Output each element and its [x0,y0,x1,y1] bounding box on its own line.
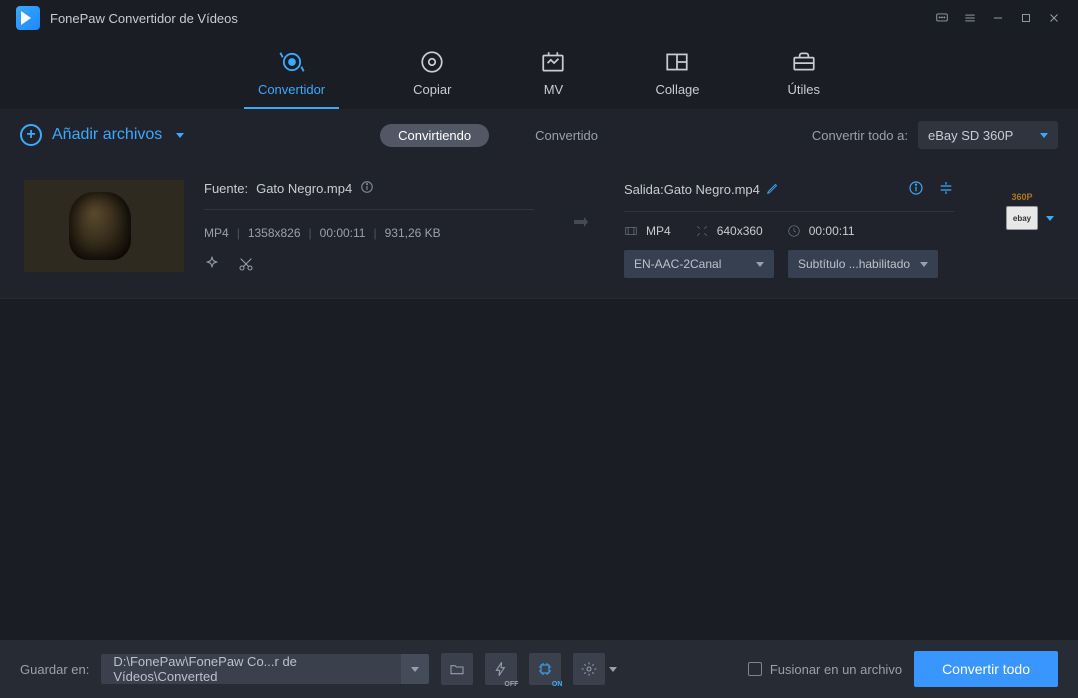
source-column: Fuente: Gato Negro.mp4 MP4| 1358x826| 00:… [204,180,544,277]
tab-converted[interactable]: Convertido [517,124,616,147]
tab-convertidor[interactable]: Convertidor [244,42,339,109]
subtitle-dropdown[interactable]: Subtítulo ...habilitado [788,250,938,278]
minimize-button[interactable] [984,4,1012,32]
settings-button[interactable] [573,653,605,685]
enhance-icon[interactable] [204,256,220,277]
add-files-button[interactable]: + Añadir archivos [20,124,184,146]
output-info-icon[interactable] [908,180,924,199]
save-to-label: Guardar en: [20,662,89,677]
footer-bar: Guardar en: D:\FonePaw\FonePaw Co...r de… [0,640,1078,698]
maximize-button[interactable] [1012,4,1040,32]
output-profile-badge[interactable]: 360P ebay [1006,206,1038,230]
chevron-down-icon [920,262,928,267]
settings-dropdown-icon[interactable] [609,667,617,672]
merge-checkbox-group[interactable]: Fusionar en un archivo [748,662,902,677]
file-list: Fuente: Gato Negro.mp4 MP4| 1358x826| 00:… [0,160,1078,640]
output-resolution: 640x360 [695,224,763,238]
tab-label: MV [544,82,564,97]
collage-icon [663,48,691,76]
convert-all-to-label: Convertir todo a: [812,128,908,143]
merge-checkbox[interactable] [748,662,762,676]
app-logo-icon [16,6,40,30]
tab-label: Útiles [788,82,821,97]
cut-icon[interactable] [238,256,254,277]
edit-name-icon[interactable] [766,181,780,198]
tab-utiles[interactable]: Útiles [774,42,835,109]
arrow-icon [564,180,604,234]
close-button[interactable] [1040,4,1068,32]
tab-mv[interactable]: MV [525,42,581,109]
tab-collage[interactable]: Collage [641,42,713,109]
source-meta: MP4| 1358x826| 00:00:11| 931,26 KB [204,226,534,240]
tab-label: Convertidor [258,82,325,97]
main-nav: Convertidor Copiar MV Collage Útiles [0,36,1078,110]
tab-copiar[interactable]: Copiar [399,42,465,109]
plus-icon: + [20,124,42,146]
save-path-value: D:\FonePaw\FonePaw Co...r de Vídeos\Conv… [101,654,401,684]
save-path-dropdown[interactable] [401,654,429,684]
output-column: Salida:Gato Negro.mp4 MP4 [624,180,954,278]
app-title: FonePaw Convertidor de Vídeos [50,11,238,26]
sub-toolbar: + Añadir archivos Convirtiendo Convertid… [0,110,1078,160]
convert-all-button[interactable]: Convertir todo [914,651,1058,687]
menu-icon[interactable] [956,4,984,32]
output-format: MP4 [624,224,671,238]
source-label: Fuente: [204,181,248,196]
tab-converting[interactable]: Convirtiendo [380,124,489,147]
output-filename: Gato Negro.mp4 [664,182,760,197]
add-files-label: Añadir archivos [52,126,162,144]
profile-value: eBay SD 360P [928,128,1013,143]
file-item: Fuente: Gato Negro.mp4 MP4| 1358x826| 00:… [0,160,1078,299]
gpu-accel-toggle[interactable] [529,653,561,685]
tab-label: Copiar [413,82,451,97]
open-folder-button[interactable] [441,653,473,685]
tab-label: Collage [655,82,699,97]
output-label: Salida: [624,182,664,197]
feedback-icon[interactable] [928,4,956,32]
mv-icon [539,48,567,76]
chevron-down-icon [1040,133,1048,138]
source-filename: Gato Negro.mp4 [256,181,352,196]
convert-all-profile-dropdown[interactable]: eBay SD 360P [918,121,1058,149]
video-thumbnail[interactable] [24,180,184,272]
hardware-accel-toggle[interactable] [485,653,517,685]
titlebar: FonePaw Convertidor de Vídeos [0,0,1078,36]
profile-dropdown-icon[interactable] [1046,216,1054,221]
merge-label: Fusionar en un archivo [770,662,902,677]
converter-icon [278,48,306,76]
save-path-field[interactable]: D:\FonePaw\FonePaw Co...r de Vídeos\Conv… [101,654,429,684]
audio-track-dropdown[interactable]: EN-AAC-2Canal [624,250,774,278]
output-duration: 00:00:11 [787,224,855,238]
toolbox-icon [790,48,818,76]
info-icon[interactable] [360,180,374,197]
chevron-down-icon [176,133,184,138]
disc-icon [418,48,446,76]
compress-icon[interactable] [938,180,954,199]
chevron-down-icon [756,262,764,267]
